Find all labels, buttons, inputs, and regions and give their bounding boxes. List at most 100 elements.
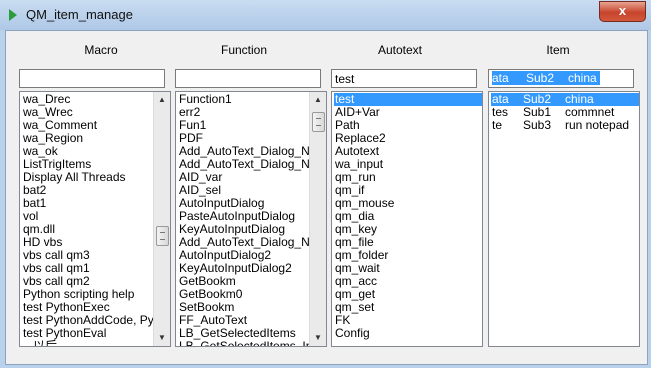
list-item[interactable]: test PythonEval	[22, 327, 153, 340]
function-list[interactable]: Function1 err2 Fun1 PDF Add_AutoText_Dialog_…	[175, 91, 327, 347]
list-item[interactable]: FF_AutoText	[178, 314, 309, 327]
list-item[interactable]: vbs call qm2	[22, 275, 153, 288]
list-item[interactable]: qm_folder	[334, 249, 482, 262]
cell-c1: te	[492, 119, 503, 132]
list-item[interactable]: qm_set	[334, 301, 482, 314]
list-item[interactable]: vol	[22, 210, 153, 223]
table-row[interactable]: tes Sub1 commnet	[491, 106, 639, 119]
list-item[interactable]: err2	[178, 106, 309, 119]
list-item[interactable]: SetBookm	[178, 301, 309, 314]
item-input-selection: ata Sub2 china	[492, 71, 600, 85]
list-item[interactable]: qm_run	[334, 171, 482, 184]
item-input-c2: Sub2	[526, 71, 555, 85]
close-button[interactable]: x	[599, 1, 646, 22]
list-item[interactable]: Config	[334, 327, 482, 340]
list-item[interactable]: vbs call qm1	[22, 262, 153, 275]
cell-c3: run notepad	[565, 119, 630, 132]
scroll-up-icon[interactable]: ▲	[310, 92, 326, 108]
list-item[interactable]: ListTrigItems	[22, 158, 153, 171]
list-item[interactable]: wa_Drec	[22, 93, 153, 106]
macro-header: Macro	[84, 43, 118, 57]
macro-search-input[interactable]	[19, 69, 165, 88]
item-header: Item	[546, 43, 570, 57]
list-item[interactable]: ...以后...	[22, 340, 153, 346]
list-item[interactable]: wa_ok	[22, 145, 153, 158]
function-search-input[interactable]	[175, 69, 321, 88]
list-item[interactable]: vbs call qm3	[22, 249, 153, 262]
list-item[interactable]: KeyAutoInputDialog	[178, 223, 309, 236]
scroll-down-icon[interactable]: ▼	[154, 330, 170, 346]
function-header: Function	[220, 43, 268, 57]
list-item[interactable]: PDF	[178, 132, 309, 145]
scroll-thumb[interactable]	[312, 112, 325, 132]
list-item[interactable]: HD vbs	[22, 236, 153, 249]
list-item[interactable]: test	[334, 93, 482, 106]
item-list[interactable]: ata Sub2 china tes Sub1 commnet te Sub3 run note…	[488, 91, 640, 347]
list-item[interactable]: Replace2	[334, 132, 482, 145]
item-input-c1: ata	[492, 71, 509, 85]
item-search-input[interactable]: ata Sub2 china	[488, 69, 634, 88]
list-item[interactable]: bat1	[22, 197, 153, 210]
list-item[interactable]: qm_get	[334, 288, 482, 301]
list-item[interactable]: AID+Var	[334, 106, 482, 119]
list-item[interactable]: AID_var	[178, 171, 309, 184]
list-item[interactable]: Fun1	[178, 119, 309, 132]
list-item[interactable]: Path	[334, 119, 482, 132]
autotext-list[interactable]: test AID+Var Path Replace2 Autotext wa_input q…	[331, 91, 483, 347]
list-item[interactable]: AutoInputDialog2	[178, 249, 309, 262]
list-item[interactable]: qm_if	[334, 184, 482, 197]
list-item[interactable]: Display All Threads	[22, 171, 153, 184]
app-play-icon	[9, 9, 17, 21]
cell-c1: ata	[492, 93, 509, 106]
list-item[interactable]: qm_mouse	[334, 197, 482, 210]
list-item[interactable]: Function1	[178, 93, 309, 106]
list-item[interactable]: wa_input	[334, 158, 482, 171]
autotext-header: Autotext	[377, 43, 423, 57]
list-item[interactable]: Add_AutoText_Dialog_Ne	[178, 145, 309, 158]
cell-c1: tes	[492, 106, 509, 119]
list-item[interactable]: qm_dia	[334, 210, 482, 223]
macro-list[interactable]: wa_Drec wa_Wrec wa_Comment wa_Region wa_ok Li…	[19, 91, 171, 347]
list-item[interactable]: test PythonAddCode, Pyth	[22, 314, 153, 327]
scroll-up-icon[interactable]: ▲	[154, 92, 170, 108]
list-item[interactable]: AutoInputDialog	[178, 197, 309, 210]
autotext-list-items: test AID+Var Path Replace2 Autotext wa_input q…	[332, 92, 482, 346]
list-item[interactable]: bat2	[22, 184, 153, 197]
list-item[interactable]: KeyAutoInputDialog2	[178, 262, 309, 275]
item-input-c3: china	[568, 71, 597, 85]
list-item[interactable]: Add_AutoText_Dialog_Ne	[178, 158, 309, 171]
cell-c2: Sub3	[523, 119, 552, 132]
list-item[interactable]: PasteAutoInputDialog	[178, 210, 309, 223]
list-item[interactable]: wa_Comment	[22, 119, 153, 132]
list-item[interactable]: wa_Region	[22, 132, 153, 145]
list-item[interactable]: FK	[334, 314, 482, 327]
function-list-items: Function1 err2 Fun1 PDF Add_AutoText_Dialog_…	[176, 92, 309, 346]
list-item[interactable]: LB_GetSelectedItems	[178, 327, 309, 340]
list-item[interactable]: qm.dll	[22, 223, 153, 236]
cell-c3: china	[565, 93, 594, 106]
table-row[interactable]: te Sub3 run notepad	[491, 119, 639, 132]
list-item[interactable]: GetBookm	[178, 275, 309, 288]
list-item[interactable]: GetBookm0	[178, 288, 309, 301]
autotext-search-input[interactable]: test	[331, 69, 477, 88]
window-title: QM_item_manage	[26, 7, 133, 22]
list-item[interactable]: qm_key	[334, 223, 482, 236]
client-area: Macro Function Autotext Item test ata Sub…	[5, 30, 648, 365]
list-item[interactable]: Add_AutoText_Dialog_Ne	[178, 236, 309, 249]
list-item[interactable]: LB_GetSelectedItems_Ind	[178, 340, 309, 346]
scroll-thumb[interactable]	[156, 226, 169, 246]
list-item[interactable]: wa_Wrec	[22, 106, 153, 119]
table-row[interactable]: ata Sub2 china	[491, 93, 639, 106]
macro-scrollbar[interactable]: ▲ ▼	[153, 92, 170, 346]
function-scrollbar[interactable]: ▲ ▼	[309, 92, 326, 346]
list-item[interactable]: Python scripting help	[22, 288, 153, 301]
list-item[interactable]: test PythonExec	[22, 301, 153, 314]
scroll-down-icon[interactable]: ▼	[310, 330, 326, 346]
list-item[interactable]: qm_acc	[334, 275, 482, 288]
list-item[interactable]: qm_file	[334, 236, 482, 249]
list-item[interactable]: qm_wait	[334, 262, 482, 275]
macro-list-items: wa_Drec wa_Wrec wa_Comment wa_Region wa_ok Li…	[20, 92, 153, 346]
list-item[interactable]: AID_sel	[178, 184, 309, 197]
list-item[interactable]: Autotext	[334, 145, 482, 158]
cell-c2: Sub2	[523, 93, 552, 106]
